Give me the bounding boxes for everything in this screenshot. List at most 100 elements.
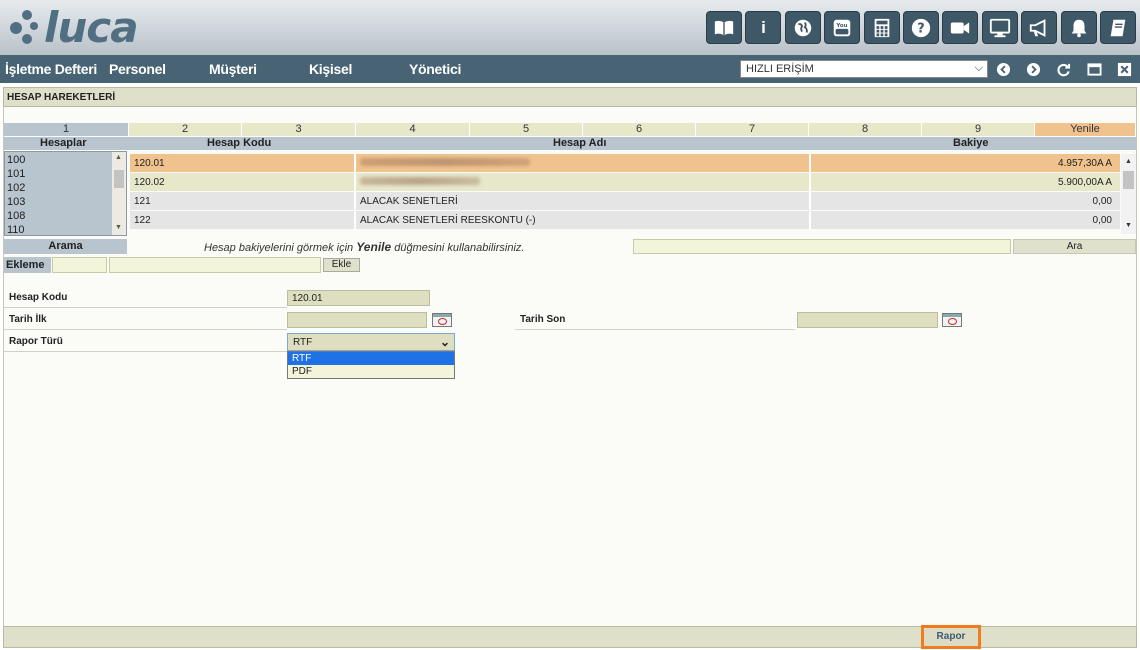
close-icon[interactable]	[1116, 61, 1132, 77]
rapor-button[interactable]: Rapor	[921, 625, 981, 649]
divider	[4, 351, 287, 352]
group-5-button[interactable]: 5	[470, 123, 583, 136]
group-2-button[interactable]: 2	[129, 123, 242, 136]
group-6-button[interactable]: 6	[583, 123, 696, 136]
scroll-thumb[interactable]	[1123, 171, 1134, 189]
table-row[interactable]: 120.01 4.957,30A A	[130, 154, 1120, 172]
calendar-icon[interactable]	[432, 313, 452, 327]
col-hesap-kodu: Hesap Kodu	[207, 137, 272, 149]
maximize-icon[interactable]	[1086, 61, 1102, 77]
quick-access-select[interactable]: HIZLI ERİŞİM ⌵	[740, 60, 988, 78]
list-scrollbar[interactable]: ▲ ▼	[112, 152, 126, 235]
svg-text:?: ?	[917, 21, 924, 36]
scroll-thumb[interactable]	[114, 170, 124, 188]
hesap-kodu-input[interactable]: 120.01	[287, 290, 430, 306]
nav-musteri[interactable]: Müşteri	[209, 61, 257, 77]
table-row[interactable]: 120.02 5.900,00A A	[130, 173, 1120, 191]
account-balance: 0,00	[1092, 215, 1112, 226]
list-item[interactable]: 110	[7, 223, 25, 237]
option-pdf[interactable]: PDF	[288, 365, 454, 378]
group-9-button[interactable]: 9	[922, 123, 1035, 136]
tarih-ilk-input[interactable]	[287, 312, 427, 328]
add-label: Ekleme	[4, 257, 51, 273]
group-8-button[interactable]: 8	[809, 123, 922, 136]
notebook-icon[interactable]	[1100, 11, 1136, 44]
group-4-button[interactable]: 4	[356, 123, 470, 136]
account-balance: 4.957,30A A	[1058, 158, 1112, 169]
accounts-grid: 120.01 4.957,30A A 120.02 5.900,00A A 12…	[130, 154, 1120, 234]
bell-icon[interactable]	[1060, 11, 1097, 44]
info-icon[interactable]: i	[745, 11, 782, 44]
search-hint-prefix: Hesap bakiyelerini görmek için	[204, 242, 354, 254]
divider	[4, 329, 287, 330]
search-hint: Hesap bakiyelerini görmek için Yenile dü…	[204, 240, 524, 254]
list-item[interactable]: 103	[7, 195, 25, 209]
back-icon[interactable]	[995, 61, 1011, 77]
divider	[515, 329, 795, 330]
video-camera-icon[interactable]	[942, 11, 979, 44]
scroll-up-icon[interactable]: ▲	[1125, 158, 1132, 165]
nav-yonetici[interactable]: Yönetici	[409, 61, 461, 77]
rapor-turu-label: Rapor Türü	[9, 336, 63, 347]
nav-kisisel[interactable]: Kişisel	[309, 61, 352, 77]
add-button[interactable]: Ekle	[323, 258, 360, 272]
hesap-kodu-label: Hesap Kodu	[9, 292, 68, 303]
logo-mark-icon	[8, 8, 42, 48]
list-item[interactable]: 100	[7, 153, 25, 167]
search-hint-suffix: düğmesini kullanabilirsiniz.	[394, 242, 525, 254]
app-header: luca i You ?	[0, 0, 1140, 55]
refresh-icon[interactable]	[1055, 61, 1071, 77]
monitor-icon[interactable]	[981, 11, 1018, 44]
help-icon[interactable]: ?	[903, 11, 940, 44]
tarih-son-input[interactable]	[797, 312, 938, 328]
search-input[interactable]	[633, 239, 1011, 254]
group-1-button[interactable]: 1	[4, 123, 129, 136]
account-name: ALACAK SENETLERİ	[356, 192, 811, 210]
account-balance: 5.900,00A A	[1058, 177, 1112, 188]
svg-text:You: You	[836, 23, 848, 29]
calculator-icon[interactable]	[863, 11, 900, 44]
list-item[interactable]: 108	[7, 209, 25, 223]
table-header: Hesaplar Hesap Kodu Hesap Adı Bakiye	[4, 137, 1136, 150]
book-icon[interactable]	[706, 11, 743, 44]
scroll-down-icon[interactable]: ▼	[1125, 222, 1132, 229]
nav-isletme-defteri[interactable]: İşletme Defteri	[5, 61, 97, 77]
scroll-up-icon[interactable]: ▲	[115, 154, 122, 161]
add-code-input[interactable]	[52, 257, 107, 273]
search-label: Arama	[4, 239, 127, 254]
globe-icon[interactable]	[784, 11, 821, 44]
col-hesap-adi: Hesap Adı	[553, 137, 607, 149]
scroll-down-icon[interactable]: ▼	[115, 224, 122, 231]
col-hesaplar: Hesaplar	[40, 137, 87, 149]
search-button[interactable]: Ara	[1013, 239, 1136, 254]
rapor-turu-select[interactable]: RTF ⌄	[287, 333, 455, 351]
youtube-icon[interactable]: You	[824, 11, 861, 44]
luca-logo[interactable]: luca	[8, 6, 139, 50]
group-7-button[interactable]: 7	[696, 123, 809, 136]
table-row[interactable]: 121 ALACAK SENETLERİ 0,00	[130, 192, 1120, 210]
forward-icon[interactable]	[1025, 61, 1041, 77]
yenile-button[interactable]: Yenile	[1035, 123, 1136, 136]
grid-scrollbar[interactable]: ▲ ▼	[1121, 154, 1136, 234]
megaphone-icon[interactable]	[1021, 11, 1058, 44]
list-item[interactable]: 102	[7, 181, 25, 195]
account-code: 121	[130, 192, 356, 210]
panel-title: HESAP HAREKETLERİ	[3, 87, 1137, 107]
rapor-turu-dropdown: RTF PDF	[287, 351, 455, 379]
rapor-turu-value: RTF	[293, 337, 313, 348]
account-code: 122	[130, 211, 356, 229]
hesap-listbox[interactable]: 100 101 102 103 108 110 ▲ ▼	[4, 151, 127, 236]
top-toolbar: i You ?	[706, 11, 1136, 44]
calendar-icon[interactable]	[942, 313, 962, 327]
table-row[interactable]: 122 ALACAK SENETLERİ REESKONTU (-) 0,00	[130, 211, 1120, 229]
group-3-button[interactable]: 3	[242, 123, 356, 136]
account-name-redacted	[356, 173, 811, 191]
group-number-row: 1 2 3 4 5 6 7 8 9 Yenile	[4, 123, 1136, 136]
add-name-input[interactable]	[109, 257, 321, 273]
tarih-son-label: Tarih Son	[520, 314, 566, 325]
col-bakiye: Bakiye	[953, 137, 989, 149]
chevron-down-icon: ⌵	[974, 62, 983, 74]
option-rtf[interactable]: RTF	[288, 352, 454, 365]
nav-personel[interactable]: Personel	[109, 61, 166, 77]
list-item[interactable]: 101	[7, 167, 25, 181]
